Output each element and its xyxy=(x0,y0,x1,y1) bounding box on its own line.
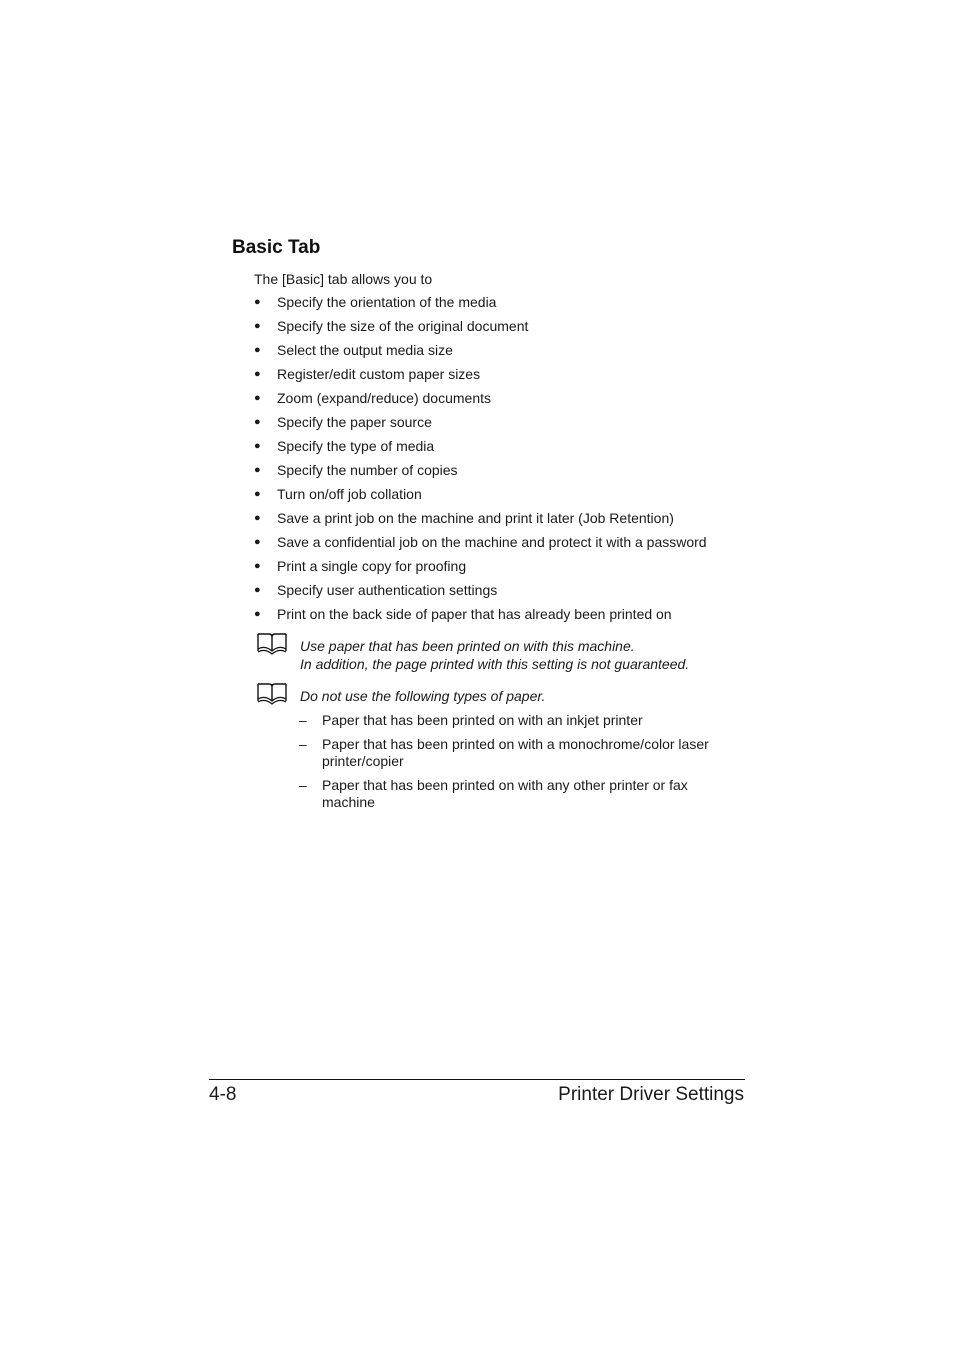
list-item: – Paper that has been printed on with a m… xyxy=(299,736,709,769)
bullet-icon: ● xyxy=(254,584,261,596)
list-item: – Paper that has been printed on with any… xyxy=(299,777,688,810)
list-item: ● Register/edit custom paper sizes xyxy=(254,366,707,390)
bullet-icon: ● xyxy=(254,464,261,476)
dash-icon: – xyxy=(299,712,307,728)
page-number: 4-8 xyxy=(209,1084,237,1105)
list-item: ● Print a single copy for proofing xyxy=(254,558,707,582)
list-item: ● Specify the number of copies xyxy=(254,462,707,486)
bullet-icon: ● xyxy=(254,536,261,548)
bullet-icon: ● xyxy=(254,416,261,428)
bullet-icon: ● xyxy=(254,560,261,572)
footer-section-title: Printer Driver Settings xyxy=(558,1084,744,1105)
note-line: Do not use the following types of paper. xyxy=(300,688,546,704)
list-item: ● Save a print job on the machine and pri… xyxy=(254,510,707,534)
bullet-icon: ● xyxy=(254,440,261,452)
bullet-icon: ● xyxy=(254,320,261,332)
bullet-icon: ● xyxy=(254,296,261,308)
paper-type-list: – Paper that has been printed on with an … xyxy=(299,712,739,818)
list-item: ● Turn on/off job collation xyxy=(254,486,707,510)
list-item: ● Zoom (expand/reduce) documents xyxy=(254,390,707,414)
list-item: ● Specify the size of the original docume… xyxy=(254,318,707,342)
list-item: ● Specify the type of media xyxy=(254,438,707,462)
bullet-icon: ● xyxy=(254,488,261,500)
footer-divider xyxy=(209,1079,745,1080)
note-reuse-paper: Use paper that has been printed on with … xyxy=(256,632,689,673)
note-line: In addition, the page printed with this … xyxy=(300,656,690,672)
intro-text: The [Basic] tab allows you to xyxy=(254,271,433,287)
bullet-icon: ● xyxy=(254,344,261,356)
list-item: ● Specify the orientation of the media xyxy=(254,294,707,318)
book-icon xyxy=(257,633,287,655)
note-line: Use paper that has been printed on with … xyxy=(300,638,635,654)
book-icon xyxy=(257,683,287,705)
list-item: ● Print on the back side of paper that ha… xyxy=(254,606,707,630)
note-paper-restrictions: Do not use the following types of paper. xyxy=(256,682,545,706)
dash-icon: – xyxy=(299,777,307,793)
dash-icon: – xyxy=(299,736,307,752)
bullet-icon: ● xyxy=(254,392,261,404)
list-item: ● Specify user authentication settings xyxy=(254,582,707,606)
list-item: ● Specify the paper source xyxy=(254,414,707,438)
list-item: – Paper that has been printed on with an … xyxy=(299,712,643,728)
bullet-icon: ● xyxy=(254,512,261,524)
list-item: ● Select the output media size xyxy=(254,342,707,366)
bullet-icon: ● xyxy=(254,608,261,620)
bullet-icon: ● xyxy=(254,368,261,380)
feature-list: ● Specify the orientation of the media ● S… xyxy=(254,294,707,630)
section-heading: Basic Tab xyxy=(232,237,321,258)
list-item: ● Save a confidential job on the machine … xyxy=(254,534,707,558)
